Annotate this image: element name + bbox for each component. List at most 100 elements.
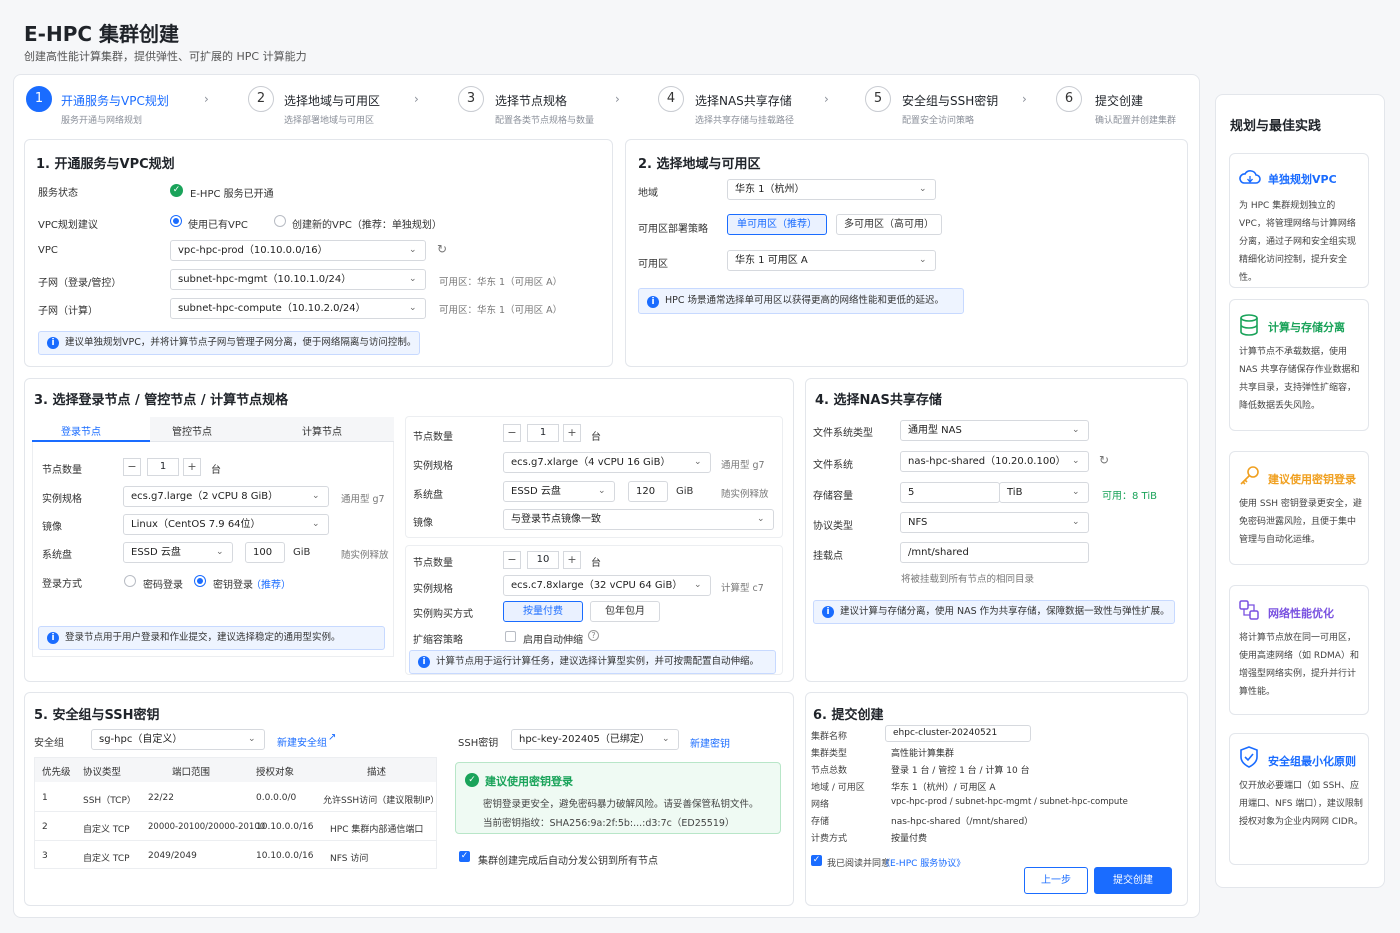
key-login-radio[interactable] <box>194 575 206 587</box>
row3-port: 2049/2049 <box>148 851 197 861</box>
login-count-input[interactable]: 1 <box>147 458 179 476</box>
vpc-select[interactable]: vpc-hpc-prod（10.10.0.0/16） ⌄ <box>170 240 426 261</box>
login-image-select[interactable]: Linux（CentOS 7.9 64位） ⌄ <box>123 514 329 535</box>
subscription-button[interactable]: 包年包月 <box>590 601 660 622</box>
cluster-name-input[interactable]: ehpc-cluster-20240521 <box>885 725 1031 742</box>
info-icon: i <box>418 656 430 668</box>
distribute-key-checkbox[interactable]: ✓ <box>459 851 470 862</box>
step-1-title[interactable]: 开通服务与VPC规划 <box>61 92 169 109</box>
capacity-available: 可用：8 TiB <box>1102 491 1157 502</box>
vpc-existing-radio[interactable] <box>170 215 182 227</box>
login-disk-select[interactable]: ESSD 云盘 ⌄ <box>123 542 233 563</box>
prev-button[interactable]: 上一步 <box>1024 867 1088 894</box>
agreement-link[interactable]: 《E-HPC 服务协议》 <box>881 856 965 869</box>
step-6-title[interactable]: 提交创建 <box>1095 92 1143 109</box>
login-count-plus[interactable]: + <box>183 458 201 476</box>
fs-type-select[interactable]: 通用型 NAS ⌄ <box>900 420 1089 441</box>
mount-input[interactable]: /mnt/shared <box>900 542 1089 563</box>
chevron-down-icon: ⌄ <box>694 457 702 467</box>
check-circle-icon: ✓ <box>170 184 183 197</box>
row3-priority: 3 <box>42 851 48 861</box>
summary-label-1: 节点总数 <box>811 766 848 776</box>
fs-select[interactable]: nas-hpc-shared（10.20.0.100） ⌄ <box>900 451 1089 472</box>
password-login-label[interactable]: 密码登录 <box>143 576 183 591</box>
chevron-down-icon: ⌄ <box>312 519 320 529</box>
step-5-circle[interactable]: 5 <box>865 86 891 112</box>
tab-login-label[interactable]: 登录节点 <box>61 423 101 438</box>
capacity-unit-select[interactable]: TiB ⌄ <box>999 482 1089 503</box>
mgmt-image-select[interactable]: 与登录节点镜像一致 ⌄ <box>503 509 774 530</box>
step-5-title[interactable]: 安全组与SSH密钥 <box>902 92 998 109</box>
step-3-circle[interactable]: 3 <box>458 86 484 112</box>
multi-zone-button[interactable]: 多可用区（高可用） <box>836 214 942 235</box>
submit-button[interactable]: 提交创建 <box>1094 867 1172 894</box>
login-disk-size[interactable]: 100 <box>245 542 285 563</box>
subnet-mgmt-select[interactable]: subnet-hpc-mgmt（10.10.1.0/24） ⌄ <box>170 269 426 290</box>
service-status-label: 服务状态 <box>38 188 78 199</box>
capacity-input[interactable]: 5 <box>900 482 1000 503</box>
zone-select[interactable]: 华东 1 可用区 A ⌄ <box>727 250 936 271</box>
new-sg-link[interactable]: 新建安全组 <box>277 734 327 749</box>
mgmt-count-minus[interactable]: − <box>503 424 521 442</box>
vpc-new-radio[interactable] <box>274 215 286 227</box>
compute-count-input[interactable]: 10 <box>527 551 559 569</box>
row1-port: 22/22 <box>148 793 174 803</box>
tab-compute-label[interactable]: 计算节点 <box>302 423 342 438</box>
row2-priority: 2 <box>42 822 48 832</box>
summary-value-0: 高性能计算集群 <box>891 749 955 759</box>
step-2-title[interactable]: 选择地域与可用区 <box>284 92 380 109</box>
mgmt-disk-label: 系统盘 <box>413 490 443 501</box>
step-4-title[interactable]: 选择NAS共享存储 <box>695 92 792 109</box>
mgmt-disk-select[interactable]: ESSD 云盘 ⌄ <box>503 481 615 502</box>
col-auth: 授权对象 <box>256 767 295 778</box>
mgmt-spec-label: 实例规格 <box>413 461 453 472</box>
key-fingerprint: 当前密钥指纹：SHA256:9a:2f:5b:...:d3:7c（ED25519… <box>483 818 735 829</box>
chevron-right-icon: › <box>414 92 419 106</box>
step-3-title[interactable]: 选择节点规格 <box>495 92 567 109</box>
step-6-circle[interactable]: 6 <box>1056 86 1082 112</box>
fs-type-value: 通用型 NAS <box>908 425 962 436</box>
refresh-icon[interactable]: ↻ <box>437 242 447 256</box>
mgmt-disk-size[interactable]: 120 <box>628 481 668 502</box>
key-login-label[interactable]: 密钥登录 <box>213 576 253 591</box>
protocol-select[interactable]: NFS ⌄ <box>900 512 1089 533</box>
step-4-circle[interactable]: 4 <box>658 86 684 112</box>
subnet-comp-select[interactable]: subnet-hpc-compute（10.10.2.0/24） ⌄ <box>170 298 426 319</box>
password-login-radio[interactable] <box>124 575 136 587</box>
compute-count-minus[interactable]: − <box>503 551 521 569</box>
vpc-new-label[interactable]: 创建新的VPC（推荐：单独规划） <box>292 216 442 231</box>
compute-spec-select[interactable]: ecs.c7.8xlarge（32 vCPU 64 GiB） ⌄ <box>503 575 711 596</box>
login-image-label: 镜像 <box>42 522 62 533</box>
tip-vpc-title: 单独规划VPC <box>1268 173 1337 186</box>
login-spec-label: 实例规格 <box>42 494 82 505</box>
login-count-minus[interactable]: − <box>123 458 141 476</box>
mgmt-spec-select[interactable]: ecs.g7.xlarge（4 vCPU 16 GiB） ⌄ <box>503 452 711 473</box>
refresh-icon[interactable]: ↻ <box>1099 453 1109 467</box>
sg-select[interactable]: sg-hpc（自定义） ⌄ <box>91 729 265 750</box>
tip-key: 建议使用密钥登录 使用 SSH 密钥登录更安全，避免密码泄露风险，且便于集中管理… <box>1229 451 1369 565</box>
tab-mgmt-label[interactable]: 管控节点 <box>172 423 212 438</box>
summary-value-2: 华东 1（杭州）/ 可用区 A <box>891 783 996 793</box>
distribute-key-label[interactable]: 集群创建完成后自动分发公钥到所有节点 <box>478 852 658 867</box>
help-circle-icon[interactable]: ? <box>588 630 599 641</box>
compute-count-plus[interactable]: + <box>563 551 581 569</box>
external-link-icon[interactable]: ↗ <box>328 732 336 743</box>
login-spec-select[interactable]: ecs.g7.large（2 vCPU 8 GiB） ⌄ <box>123 486 329 507</box>
new-key-link[interactable]: 新建密钥 <box>690 735 730 750</box>
vpc-existing-label[interactable]: 使用已有VPC <box>188 216 248 231</box>
mgmt-disk-value: ESSD 云盘 <box>511 486 561 497</box>
mgmt-count-input[interactable]: 1 <box>527 424 559 442</box>
section-6-title: 6. 提交创建 <box>813 708 884 723</box>
step-1-circle[interactable]: 1 <box>26 86 52 112</box>
auto-scale-label[interactable]: 启用自动伸缩 <box>523 631 583 646</box>
auto-scale-checkbox[interactable] <box>505 631 516 642</box>
col-desc: 描述 <box>367 767 387 778</box>
mgmt-count-plus[interactable]: + <box>563 424 581 442</box>
region-info-text: HPC 场景通常选择单可用区以获得更高的网络性能和更低的延迟。 <box>665 295 945 306</box>
single-zone-button[interactable]: 单可用区（推荐） <box>727 214 827 235</box>
pay-as-you-go-button[interactable]: 按量付费 <box>503 601 583 622</box>
step-2-circle[interactable]: 2 <box>248 86 274 112</box>
region-select[interactable]: 华东 1（杭州） ⌄ <box>727 179 936 200</box>
ssh-key-select[interactable]: hpc-key-202405（已绑定） ⌄ <box>511 729 679 750</box>
agree-checkbox[interactable]: ✓ <box>811 855 822 866</box>
